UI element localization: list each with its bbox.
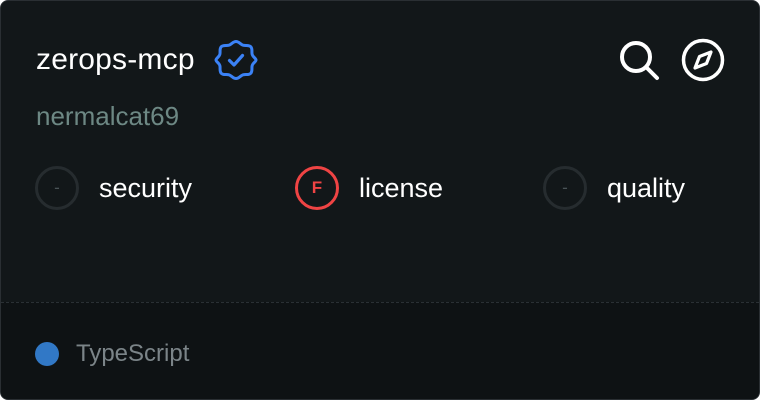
search-icon[interactable] [617,38,661,82]
repo-author[interactable]: nermalcat69 [36,98,179,134]
score-quality[interactable]: - quality [543,164,685,212]
language-label: TypeScript [76,340,190,367]
card-actions [617,38,725,82]
repo-name[interactable]: zerops-mcp [36,38,195,82]
score-security[interactable]: - security [35,164,192,212]
card-header: zerops-mcp [36,37,259,83]
score-badge: - [543,166,587,210]
score-label: quality [607,173,686,203]
language-indicator: TypeScript [35,339,189,369]
score-badge: - [35,166,79,210]
score-label: license [359,173,444,203]
score-license[interactable]: F license [295,164,443,212]
score-row: - security F license - quality [35,164,725,212]
compass-icon[interactable] [681,38,725,82]
score-label: security [99,173,193,203]
score-badge: F [295,166,339,210]
card-footer: TypeScript [1,302,759,399]
language-color-dot [35,342,59,366]
verified-badge-icon [213,37,259,83]
repo-card[interactable]: zerops-mcp nermalcat69 - security F lice… [0,0,760,400]
